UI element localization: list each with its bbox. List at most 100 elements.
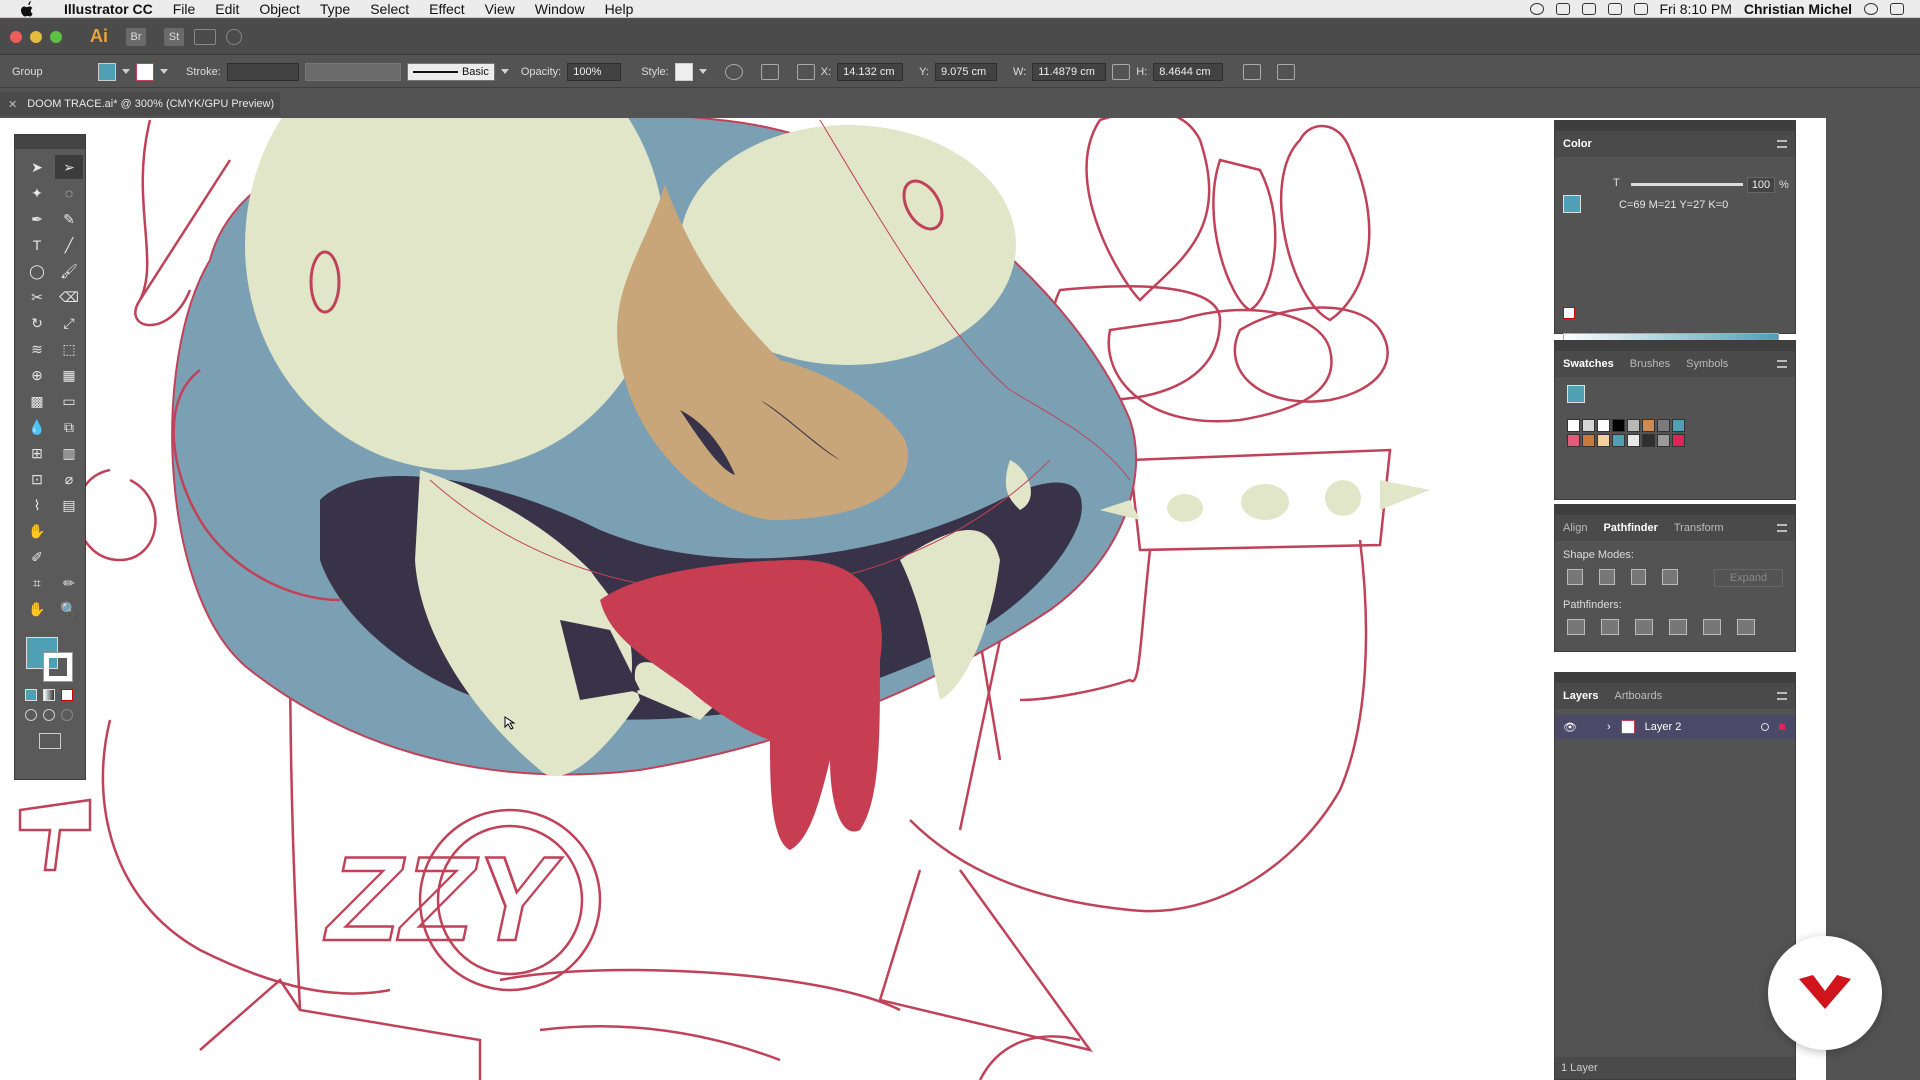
none-swatch-icon[interactable]	[1563, 307, 1575, 319]
swatch[interactable]	[1657, 419, 1670, 432]
reference-point-icon[interactable]	[796, 63, 815, 80]
menubar-clock[interactable]: Fri 8:10 PM	[1660, 1, 1732, 17]
stock-button[interactable]: St	[164, 27, 184, 46]
anchor-point-tool-icon[interactable]: ⌇	[23, 493, 51, 517]
constrain-proportions-icon[interactable]	[1112, 63, 1131, 80]
brush-definition-select[interactable]: Basic	[406, 62, 495, 81]
curvature-tool-icon[interactable]: ✎	[55, 207, 83, 231]
tab-layers[interactable]: Layers	[1563, 690, 1598, 702]
artboard-tool-icon[interactable]: ⊡	[23, 467, 51, 491]
width-input[interactable]: 11.4879 cm	[1032, 62, 1107, 81]
close-window-button[interactable]	[10, 30, 22, 43]
keyboard-icon[interactable]	[1633, 2, 1648, 15]
stroke-swatch[interactable]	[136, 62, 154, 81]
tint-value-input[interactable]: 100	[1747, 177, 1775, 193]
tab-brushes[interactable]: Brushes	[1630, 358, 1670, 370]
graphic-style-swatch[interactable]	[674, 62, 693, 81]
isolate-group-icon[interactable]	[1277, 63, 1296, 80]
draw-normal-icon[interactable]	[25, 709, 37, 721]
spotlight-icon[interactable]	[1864, 2, 1878, 15]
style-dropdown-icon[interactable]	[698, 69, 707, 74]
layers-menu-icon[interactable]	[1777, 692, 1787, 700]
variable-width-profile[interactable]	[304, 62, 401, 81]
divide-button[interactable]	[1567, 619, 1585, 635]
layer-name[interactable]: Layer 2	[1645, 721, 1682, 733]
menu-object[interactable]: Object	[249, 0, 309, 18]
shaper-tool-icon[interactable]: ✂	[23, 285, 51, 309]
menu-window[interactable]: Window	[525, 0, 595, 18]
tab-align[interactable]: Align	[1563, 522, 1587, 534]
eraser-tool-icon[interactable]: ⌫	[55, 285, 83, 309]
swatch[interactable]	[1612, 419, 1625, 432]
x-position-input[interactable]: 14.132 cm	[837, 62, 904, 81]
opacity-input[interactable]: 100%	[567, 62, 622, 81]
tab-artboards[interactable]: Artboards	[1614, 690, 1662, 702]
ellipse-tool-icon[interactable]: ◯	[23, 259, 51, 283]
slice-tool-icon[interactable]: ⌀	[55, 467, 83, 491]
pen-tool-icon[interactable]: ✒	[23, 207, 51, 231]
magic-wand-tool-icon[interactable]: ✦	[23, 181, 51, 205]
outline-button[interactable]	[1703, 619, 1721, 635]
tab-swatches[interactable]: Swatches	[1563, 358, 1614, 370]
align-to-selection-icon[interactable]	[760, 63, 779, 80]
swatch[interactable]	[1642, 434, 1655, 447]
menubar-user[interactable]: Christian Michel	[1744, 1, 1852, 17]
crop-tool-icon[interactable]: ⌗	[23, 571, 51, 595]
volume-icon[interactable]	[1607, 2, 1622, 15]
swatch[interactable]	[1582, 419, 1595, 432]
draw-behind-icon[interactable]	[43, 709, 55, 721]
scale-tool-icon[interactable]: ⤢	[55, 311, 83, 335]
blend-tool-icon[interactable]: ⧉	[55, 415, 83, 439]
y-position-input[interactable]: 9.075 cm	[934, 62, 997, 81]
zoom-window-button[interactable]	[50, 30, 62, 43]
mesh-tool-icon[interactable]: ▩	[23, 389, 51, 413]
menu-app-name[interactable]: Illustrator CC	[54, 0, 163, 18]
swatch[interactable]	[1627, 434, 1640, 447]
line-tool-icon[interactable]: ╱	[55, 233, 83, 257]
exclude-button[interactable]	[1662, 569, 1678, 585]
width-tool-icon[interactable]: ▤	[55, 493, 83, 517]
tools-panel-header[interactable]	[15, 135, 85, 149]
wifi-icon[interactable]	[1581, 2, 1596, 15]
color-tab[interactable]: Color	[1563, 138, 1592, 150]
stroke-dropdown-icon[interactable]	[160, 69, 168, 74]
eyedropper-tool-icon[interactable]: 💧	[23, 415, 51, 439]
swatch[interactable]	[1672, 434, 1685, 447]
layer-selection-indicator[interactable]	[1779, 724, 1785, 730]
swatch[interactable]	[1567, 419, 1580, 432]
menu-select[interactable]: Select	[360, 0, 419, 18]
stroke-color-box[interactable]	[43, 652, 73, 682]
tab-transform[interactable]: Transform	[1674, 522, 1724, 534]
merge-button[interactable]	[1635, 619, 1653, 635]
fill-swatch[interactable]	[98, 62, 116, 81]
none-mode-icon[interactable]	[61, 689, 73, 701]
document-tab[interactable]: ✕ DOOM TRACE.ai* @ 300% (CMYK/GPU Previe…	[0, 92, 280, 116]
gpu-performance-icon[interactable]	[226, 28, 242, 45]
fill-dropdown-icon[interactable]	[122, 69, 130, 74]
rotate-tool-icon[interactable]: ↻	[23, 311, 51, 335]
gradient-mode-icon[interactable]	[43, 689, 55, 701]
swatch[interactable]	[1597, 419, 1610, 432]
menu-file[interactable]: File	[163, 0, 206, 18]
menu-view[interactable]: View	[475, 0, 525, 18]
menu-help[interactable]: Help	[595, 0, 644, 18]
expand-button[interactable]: Expand	[1714, 569, 1784, 587]
puppet-warp-tool-icon[interactable]: ✋	[23, 519, 51, 543]
menu-edit[interactable]: Edit	[205, 0, 249, 18]
column-graph-tool-icon[interactable]: ▥	[55, 441, 83, 465]
selection-tool-icon[interactable]: ➤	[23, 155, 51, 179]
color-panel-fill-swatch[interactable]	[1563, 195, 1581, 213]
fill-stroke-widget[interactable]	[20, 633, 80, 683]
swatch[interactable]	[1597, 434, 1610, 447]
blob-brush-tool-icon[interactable]: ✐	[23, 545, 51, 569]
bluetooth-icon[interactable]	[1555, 2, 1570, 15]
type-tool-icon[interactable]: T	[23, 233, 51, 257]
minimize-window-button[interactable]	[30, 30, 42, 43]
swatches-menu-icon[interactable]	[1777, 360, 1787, 368]
menu-effect[interactable]: Effect	[419, 0, 475, 18]
free-transform-tool-icon[interactable]: ⬚	[55, 337, 83, 361]
warp-tool-icon[interactable]: ≋	[23, 337, 51, 361]
menu-type[interactable]: Type	[310, 0, 360, 18]
minus-front-button[interactable]	[1598, 569, 1615, 585]
tint-slider[interactable]	[1631, 183, 1743, 186]
